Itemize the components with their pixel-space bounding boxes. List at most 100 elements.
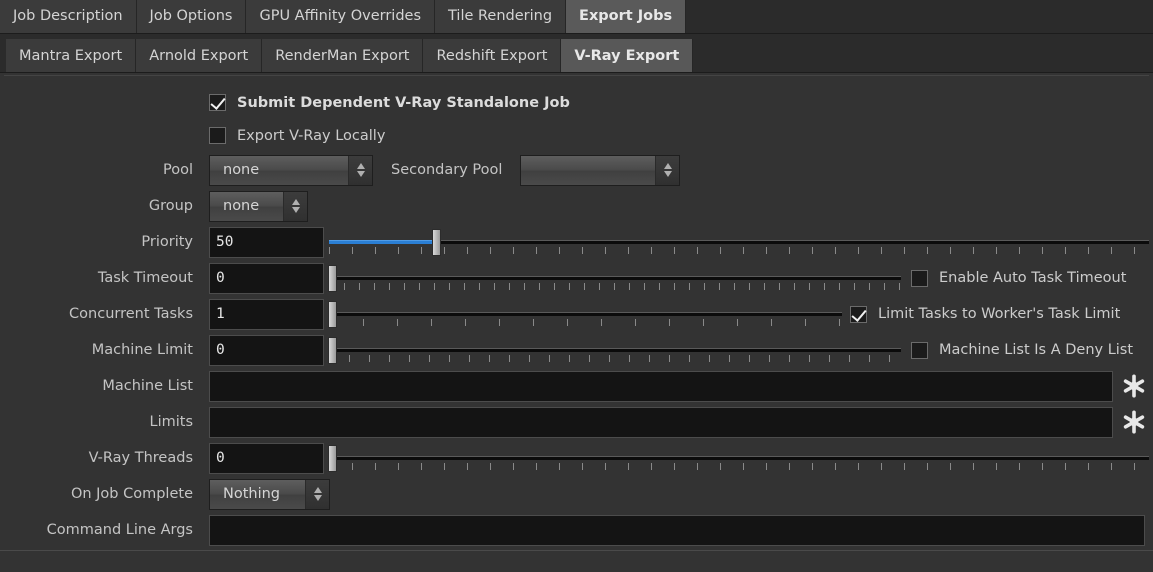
tab-mantra-export[interactable]: Mantra Export [6,39,137,72]
row-on-job-complete: On Job Complete Nothing [4,476,1149,512]
chevron-up-icon [356,163,365,169]
enable-auto-task-timeout-checkbox[interactable] [911,269,928,287]
secondary-tab-bar-filler [693,39,1153,72]
pool-value: none [223,162,260,178]
limit-tasks-worker-label: Limit Tasks to Worker's Task Limit [878,306,1121,322]
vray-threads-slider-track [329,455,1149,460]
row-limits: Limits [4,404,1149,440]
chevron-down-icon [313,495,322,501]
submit-dependent-checkbox[interactable] [209,94,226,111]
enable-auto-task-timeout-group[interactable]: Enable Auto Task Timeout [911,269,1127,287]
concurrent-tasks-slider-track [329,311,842,316]
priority-slider-track [329,239,1149,244]
gear-icon [1123,374,1145,398]
vray-threads-value: 0 [216,450,225,466]
secondary-pool-dropdown[interactable] [520,154,681,186]
task-timeout-slider[interactable] [328,263,901,294]
priority-label: Priority [141,234,193,250]
limits-label: Limits [149,414,194,430]
priority-input[interactable]: 50 [209,226,324,258]
machine-list-deny-group[interactable]: Machine List Is A Deny List [911,341,1134,359]
machine-limit-label: Machine Limit [91,342,193,358]
chevron-down-icon [291,207,300,213]
limit-tasks-worker-group[interactable]: Limit Tasks to Worker's Task Limit [850,305,1121,323]
chevron-up-icon [663,163,672,169]
machine-list-label: Machine List [102,378,193,394]
primary-tab-bar-filler [686,0,1153,33]
machine-limit-input[interactable]: 0 [209,334,324,366]
task-timeout-slider-track [329,275,901,280]
command-line-args-label: Command Line Args [46,522,193,538]
vray-export-panel: Submit Dependent V-Ray Standalone Job Ex… [4,75,1149,550]
submit-dependent-checkbox-group[interactable]: Submit Dependent V-Ray Standalone Job [209,94,570,111]
priority-slider[interactable] [329,227,1149,258]
machine-limit-slider-handle[interactable] [328,336,337,364]
tab-label: Arnold Export [149,47,249,64]
export-locally-checkbox-group[interactable]: Export V-Ray Locally [209,127,385,144]
concurrent-tasks-slider[interactable] [328,299,842,330]
row-export-locally: Export V-Ray Locally [4,119,1149,152]
on-job-complete-dropdown-arrows[interactable] [305,479,329,509]
chevron-up-icon [313,487,322,493]
tab-job-description[interactable]: Job Description [0,0,137,33]
tab-gpu-affinity-overrides[interactable]: GPU Affinity Overrides [246,0,435,33]
tab-job-options[interactable]: Job Options [136,0,247,33]
concurrent-tasks-input[interactable]: 1 [209,298,324,330]
export-locally-checkbox[interactable] [209,127,226,144]
group-label: Group [148,198,193,214]
secondary-pool-dropdown-arrows[interactable] [655,155,680,185]
vray-threads-slider-handle[interactable] [328,444,337,472]
machine-limit-slider-track [329,347,901,352]
pool-dropdown[interactable]: none [209,154,373,186]
row-vray-threads: V-Ray Threads 0 [4,440,1149,476]
tab-label: Job Options [149,8,233,24]
row-concurrent-tasks: Concurrent Tasks 1 Limit Tasks to Worker… [4,296,1149,332]
row-priority: Priority 50 [4,224,1149,260]
on-job-complete-value: Nothing [223,486,281,502]
group-dropdown-arrows[interactable] [283,191,307,221]
command-line-args-input[interactable] [209,514,1145,546]
machine-list-deny-label: Machine List Is A Deny List [939,342,1134,358]
tab-arnold-export[interactable]: Arnold Export [136,39,263,72]
tab-label: Export Jobs [579,8,673,24]
vray-threads-slider[interactable] [328,443,1149,474]
machine-list-browse-button[interactable] [1119,371,1149,401]
tab-export-jobs[interactable]: Export Jobs [566,0,687,33]
row-machine-limit: Machine Limit 0 Machine List Is A Deny L… [4,332,1149,368]
machine-list-input[interactable] [209,370,1113,402]
concurrent-tasks-label: Concurrent Tasks [69,306,193,322]
concurrent-tasks-slider-ticks [329,318,842,326]
primary-tab-bar: Job Description Job Options GPU Affinity… [0,0,1153,34]
priority-slider-ticks [329,246,1149,254]
chevron-up-icon [291,199,300,205]
task-timeout-label: Task Timeout [97,270,193,286]
tab-redshift-export[interactable]: Redshift Export [423,39,562,72]
task-timeout-input[interactable]: 0 [209,262,324,294]
vray-threads-input[interactable]: 0 [209,442,324,474]
enable-auto-task-timeout-label: Enable Auto Task Timeout [939,270,1127,286]
tab-label: Mantra Export [19,47,123,64]
limits-browse-button[interactable] [1119,407,1149,437]
on-job-complete-dropdown[interactable]: Nothing [209,478,330,510]
task-timeout-slider-handle[interactable] [328,264,337,292]
tab-label: GPU Affinity Overrides [259,8,421,24]
row-submit-dependent: Submit Dependent V-Ray Standalone Job [4,86,1149,119]
tab-label: Tile Rendering [448,8,553,24]
tab-label: RenderMan Export [275,47,410,64]
limits-input[interactable] [209,406,1113,438]
tab-tile-rendering[interactable]: Tile Rendering [435,0,567,33]
group-value: none [223,198,260,214]
tab-label: Job Description [13,8,123,24]
tab-renderman-export[interactable]: RenderMan Export [262,39,424,72]
limit-tasks-worker-checkbox[interactable] [850,305,867,323]
group-dropdown[interactable]: none [209,190,308,222]
concurrent-tasks-slider-handle[interactable] [328,300,337,328]
pool-dropdown-arrows[interactable] [348,155,372,185]
tab-label: V-Ray Export [574,47,680,64]
tab-vray-export[interactable]: V-Ray Export [561,39,694,72]
machine-list-deny-checkbox[interactable] [911,341,928,359]
priority-slider-handle[interactable] [431,228,441,256]
machine-limit-slider[interactable] [328,335,901,366]
row-pool: Pool none Secondary Pool [4,152,1149,188]
secondary-pool-value [521,156,655,185]
